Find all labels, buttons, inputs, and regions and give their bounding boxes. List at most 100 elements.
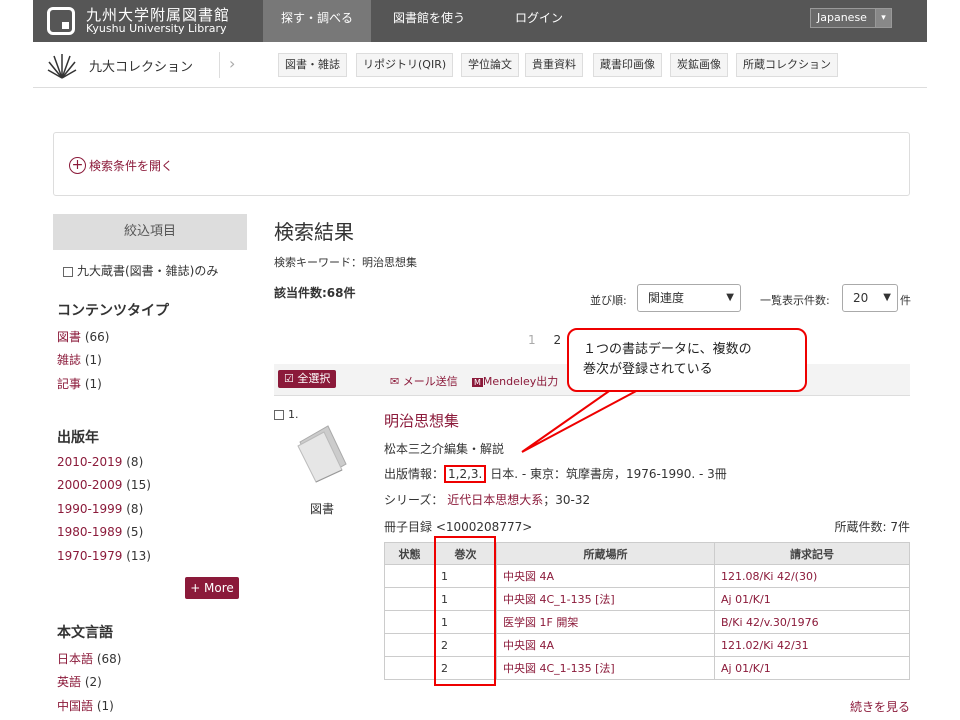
record-series: シリーズ： 近代日本思想大系；30-32 xyxy=(384,491,590,508)
facet-link[interactable]: 2000-2009 xyxy=(57,478,122,492)
call-number-link[interactable]: B/Ki 42/v.30/1976 xyxy=(721,616,819,629)
facet-count: (5) xyxy=(126,525,144,539)
facet-item[interactable]: 1990-1999 (8) xyxy=(57,502,143,516)
tab-collections[interactable]: 所蔵コレクション xyxy=(736,53,838,77)
location-link[interactable]: 中央図 4A xyxy=(503,570,554,583)
tab-rare-materials[interactable]: 貴重資料 xyxy=(525,53,583,77)
call-number-link[interactable]: Aj 01/K/1 xyxy=(721,593,771,606)
language-select[interactable]: Japanese ▾ xyxy=(810,8,892,28)
facet-count: (66) xyxy=(84,330,110,344)
facet-count: (68) xyxy=(96,652,122,666)
facet-count: (2) xyxy=(84,675,102,689)
facet-count: (13) xyxy=(126,549,151,563)
nav-login[interactable]: ログイン xyxy=(487,0,591,42)
open-search-conditions-link[interactable]: 検索条件を開く xyxy=(89,157,173,174)
sort-select[interactable]: 関連度 ▼ xyxy=(637,284,741,312)
see-more-link[interactable]: 続きを見る xyxy=(850,698,910,715)
volume-column-highlight xyxy=(434,536,496,686)
collection-logo-icon xyxy=(47,54,77,79)
facet-link[interactable]: 1970-1979 xyxy=(57,549,122,563)
location-link[interactable]: 中央図 4C_1-135 [法] xyxy=(503,593,615,606)
facet-link[interactable]: 1990-1999 xyxy=(57,502,122,516)
facet-item[interactable]: 1970-1979 (13) xyxy=(57,549,151,563)
facet-link[interactable]: 雑誌 xyxy=(57,353,81,367)
library-logo-icon[interactable] xyxy=(47,7,75,35)
chevron-down-icon: ▼ xyxy=(883,292,891,303)
facet-item[interactable]: 記事 (1) xyxy=(57,375,102,392)
call-number-link[interactable]: 121.08/Ki 42/(30) xyxy=(721,570,817,583)
facet-link[interactable]: 1980-1989 xyxy=(57,525,122,539)
tab-theses[interactable]: 学位論文 xyxy=(461,53,519,77)
facet-link[interactable]: 2010-2019 xyxy=(57,455,122,469)
language-value: Japanese xyxy=(817,11,867,24)
facet-title-pub-year: 出版年 xyxy=(57,430,99,446)
kyudai-only-filter[interactable]: 九大蔵書(図書・雑誌)のみ xyxy=(63,262,218,279)
facet-title-language: 本文言語 xyxy=(57,625,113,641)
record-number[interactable]: 1. xyxy=(274,408,299,421)
location-link[interactable]: 医学図 1F 開架 xyxy=(503,616,578,629)
collection-bar: 九大コレクション › 図書・雑誌 リポジトリ(QIR) 学位論文 貴重資料 蔵書… xyxy=(33,42,927,88)
page-link[interactable]: 2 xyxy=(553,333,561,347)
plus-circle-icon[interactable]: + xyxy=(69,157,86,174)
mail-icon: ✉ xyxy=(390,375,400,388)
refine-sidebar: 絞込項目 九大蔵書(図書・雑誌)のみ コンテンツタイプ 図書 (66) 雑誌 (… xyxy=(53,214,247,713)
holdings-count: 所蔵件数: 7件 xyxy=(834,520,911,534)
sort-label: 並び順: xyxy=(590,294,627,307)
perpage-label: 一覧表示件数: xyxy=(760,294,830,307)
facet-link[interactable]: 日本語 xyxy=(57,652,93,666)
mendeley-label: Mendeley出力 xyxy=(482,375,559,388)
facet-link[interactable]: 図書 xyxy=(57,330,81,344)
perpage-unit: 件 xyxy=(900,294,911,307)
facet-item[interactable]: 中国語 (1) xyxy=(57,697,114,714)
facet-link[interactable]: 英語 xyxy=(57,675,81,689)
call-number-link[interactable]: Aj 01/K/1 xyxy=(721,662,771,675)
chevron-down-icon: ▼ xyxy=(726,292,734,303)
result-count: 該当件数:68件 xyxy=(274,286,356,300)
checkbox[interactable] xyxy=(63,266,73,277)
mendeley-icon: M xyxy=(472,378,483,387)
record-title-link[interactable]: 明治思想集 xyxy=(384,410,459,431)
facet-count: (8) xyxy=(126,502,144,516)
facet-item[interactable]: 日本語 (68) xyxy=(57,650,121,667)
tab-coal-mine-images[interactable]: 炭鉱画像 xyxy=(670,53,728,77)
nav-use-library[interactable]: 図書館を使う xyxy=(371,0,487,42)
tab-bookplate-images[interactable]: 蔵書印画像 xyxy=(593,53,662,77)
collection-title[interactable]: 九大コレクション xyxy=(89,56,193,75)
location-link[interactable]: 中央図 4C_1-135 [法] xyxy=(503,662,615,675)
facet-item[interactable]: 1980-1989 (5) xyxy=(57,525,143,539)
status-cell xyxy=(384,587,435,611)
facet-item[interactable]: 雑誌 (1) xyxy=(57,351,102,368)
pub-details: 日本. - 東京：筑摩書房，1976-1990. - 3冊 xyxy=(486,467,727,481)
facet-count: (1) xyxy=(84,353,102,367)
facet-item[interactable]: 図書 (66) xyxy=(57,328,109,345)
tab-books-journals[interactable]: 図書・雑誌 xyxy=(278,53,347,77)
library-name-en[interactable]: Kyushu University Library xyxy=(86,22,227,35)
mail-send-button[interactable]: ✉ メール送信 xyxy=(390,373,458,389)
more-button[interactable]: + More xyxy=(185,577,239,599)
facet-item[interactable]: 2010-2019 (8) xyxy=(57,455,143,469)
divider xyxy=(219,52,220,78)
location-link[interactable]: 中央図 4A xyxy=(503,639,554,652)
chevron-right-icon[interactable]: › xyxy=(229,54,235,73)
facet-item[interactable]: 英語 (2) xyxy=(57,673,102,690)
select-all-button[interactable]: ☑ 全選択 xyxy=(278,370,337,388)
nav-search[interactable]: 探す・調べる xyxy=(263,0,371,42)
call-number-link[interactable]: 121.02/Ki 42/31 xyxy=(721,639,809,652)
facet-link[interactable]: 中国語 xyxy=(57,699,93,713)
callout-line-2: 巻次が登録されている xyxy=(583,362,713,377)
book-icon xyxy=(297,425,347,483)
series-link[interactable]: 近代日本思想大系 xyxy=(447,493,543,507)
status-cell xyxy=(384,564,435,588)
status-cell xyxy=(384,610,435,634)
facet-title-content-type: コンテンツタイプ xyxy=(57,303,169,319)
checkbox[interactable] xyxy=(274,410,284,420)
facet-item[interactable]: 2000-2009 (15) xyxy=(57,478,151,492)
mendeley-export-button[interactable]: M Mendeley出力 xyxy=(472,373,558,389)
tab-repository[interactable]: リポジトリ(QIR) xyxy=(356,53,454,77)
pub-label: 出版情報： xyxy=(384,467,445,481)
facet-link[interactable]: 記事 xyxy=(57,377,81,391)
perpage-select[interactable]: 20 ▼ xyxy=(842,284,898,312)
record-subcatalog[interactable]: 冊子目録 <1000208777> xyxy=(384,518,532,535)
checkbox-edit-icon: ☑ xyxy=(284,372,294,385)
sort-value: 関連度 xyxy=(648,291,685,305)
